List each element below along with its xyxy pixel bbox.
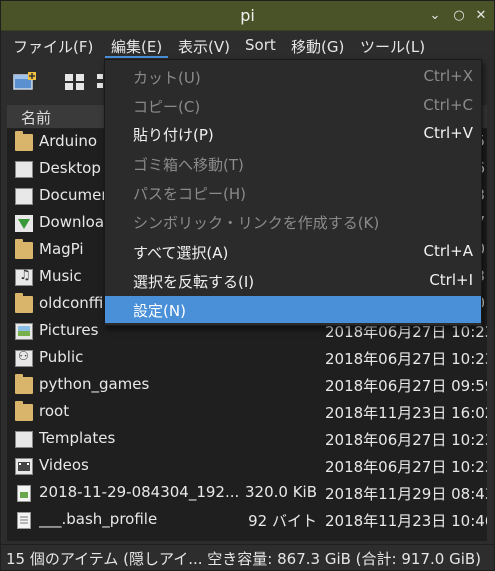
menu-edit[interactable]: 編集(E) [105, 34, 169, 58]
menu-item-paste[interactable]: 貼り付け(P) Ctrl+V [105, 120, 481, 147]
menu-item-select-all[interactable]: すべて選択(A) Ctrl+A [105, 238, 481, 265]
title-bar[interactable]: pi ⌄ ○ ✕ [1, 1, 494, 31]
public-folder-icon: ⚇ [15, 349, 33, 367]
file-date: 2018年06月27日 09:59 [325, 377, 487, 395]
menu-view[interactable]: 表示(V) [172, 34, 236, 58]
menu-file[interactable]: ファイル(F) [7, 34, 99, 58]
file-date: 2018年11月23日 10:46 [325, 512, 487, 530]
file-name: 2018-11-29-084304_192... [39, 483, 239, 501]
file-date: 2018年11月29日 08:43 [325, 485, 487, 503]
file-date: 2018年06月27日 10:23 [325, 350, 487, 368]
menu-item-accel: Ctrl+C [423, 96, 473, 114]
menu-item-accel: Ctrl+V [423, 124, 473, 142]
downloads-folder-icon [15, 215, 33, 232]
maximize-icon[interactable]: ○ [450, 7, 468, 25]
file-row[interactable]: ⚇ Public 2018年06月27日 10:23 [7, 345, 487, 372]
menu-item-label: ゴミ箱へ移動(T) [133, 156, 244, 174]
column-name-label: 名前 [21, 109, 52, 127]
image-file-icon [17, 485, 31, 502]
file-size: 92 バイト [248, 512, 317, 530]
file-name: Public [39, 348, 84, 366]
icon-view-icon[interactable] [63, 71, 87, 93]
minimize-icon[interactable]: ⌄ [426, 7, 444, 25]
new-tab-icon[interactable] [13, 71, 37, 93]
file-date: 2018年06月27日 10:23 [325, 431, 487, 449]
menu-item-accel: Ctrl+X [423, 67, 473, 85]
pictures-folder-icon [15, 323, 33, 340]
folder-icon [15, 374, 33, 394]
menu-item-label: 設定(N) [133, 302, 186, 320]
file-date: 2018年06月27日 10:23 [325, 458, 487, 476]
edit-menu-dropdown: カット(U) Ctrl+X コピー(C) Ctrl+C 貼り付け(P) Ctrl… [104, 59, 482, 326]
status-text: 15 個のアイテム (隠しアイ... 空き容量: 867.3 GiB (合計: … [6, 550, 481, 568]
menu-item-label: カット(U) [133, 69, 201, 87]
menu-item-accel: Ctrl+A [423, 242, 473, 260]
file-row[interactable]: python_games 2018年06月27日 09:59 [7, 372, 487, 399]
menu-item-trash[interactable]: ゴミ箱へ移動(T) [105, 150, 481, 177]
menu-go[interactable]: 移動(G) [285, 34, 350, 58]
window-title: pi [240, 6, 255, 25]
menu-item-copy[interactable]: コピー(C) Ctrl+C [105, 92, 481, 119]
file-date: 2018年11月23日 16:02 [325, 404, 487, 422]
menu-bar: ファイル(F) 編集(E) 表示(V) Sort 移動(G) ツール(L) [1, 31, 494, 59]
close-icon[interactable]: ✕ [472, 7, 490, 25]
file-manager-window: pi ⌄ ○ ✕ ファイル(F) 編集(E) 表示(V) Sort 移動(G) … [0, 0, 495, 571]
menu-item-create-symlink[interactable]: シンボリック・リンクを作成する(K) [105, 208, 481, 235]
desktop-folder-icon [15, 161, 33, 178]
file-name: Videos [39, 456, 89, 474]
menu-item-label: すべて選択(A) [133, 244, 229, 262]
file-name: Templates [39, 429, 116, 447]
folder-icon [15, 401, 33, 421]
menu-item-label: パスをコピー(H) [133, 185, 246, 203]
templates-folder-icon [15, 431, 33, 448]
menu-item-label: 選択を反転する(I) [133, 273, 255, 291]
folder-icon [15, 293, 33, 313]
menu-item-label: シンボリック・リンクを作成する(K) [133, 214, 380, 232]
menu-tools[interactable]: ツール(L) [354, 34, 431, 58]
file-name: python_games [39, 375, 150, 393]
menu-item-preferences[interactable]: 設定(N) [105, 296, 481, 323]
file-size: 320.0 KiB [244, 483, 317, 501]
menu-item-label: 貼り付け(P) [133, 126, 214, 144]
file-row[interactable]: Videos 2018年06月27日 10:23 [7, 453, 487, 480]
status-bar: 15 個のアイテム (隠しアイ... 空き容量: 867.3 GiB (合計: … [1, 544, 494, 570]
menu-item-accel: Ctrl+I [429, 271, 473, 289]
folder-icon [15, 131, 33, 151]
file-name: root [39, 402, 70, 420]
file-name: ___.bash_profile [39, 510, 158, 528]
menu-sort[interactable]: Sort [239, 34, 282, 58]
documents-folder-icon [15, 188, 33, 205]
videos-folder-icon [15, 458, 33, 475]
folder-icon [15, 239, 33, 259]
file-row[interactable]: root 2018年11月23日 16:02 [7, 399, 487, 426]
file-row[interactable]: 2018-11-29-084304_192... 320.0 KiB 2018年… [7, 480, 487, 507]
menu-item-copy-path[interactable]: パスをコピー(H) [105, 179, 481, 206]
menu-item-cut[interactable]: カット(U) Ctrl+X [105, 63, 481, 90]
text-file-icon [17, 512, 31, 529]
music-folder-icon: ♫ [15, 268, 33, 286]
file-row[interactable]: Templates 2018年06月27日 10:23 [7, 426, 487, 453]
file-row[interactable]: ___.bash_profile 92 バイト 2018年11月23日 10:4… [7, 507, 487, 534]
menu-item-invert-selection[interactable]: 選択を反転する(I) Ctrl+I [105, 267, 481, 294]
menu-item-label: コピー(C) [133, 98, 201, 116]
